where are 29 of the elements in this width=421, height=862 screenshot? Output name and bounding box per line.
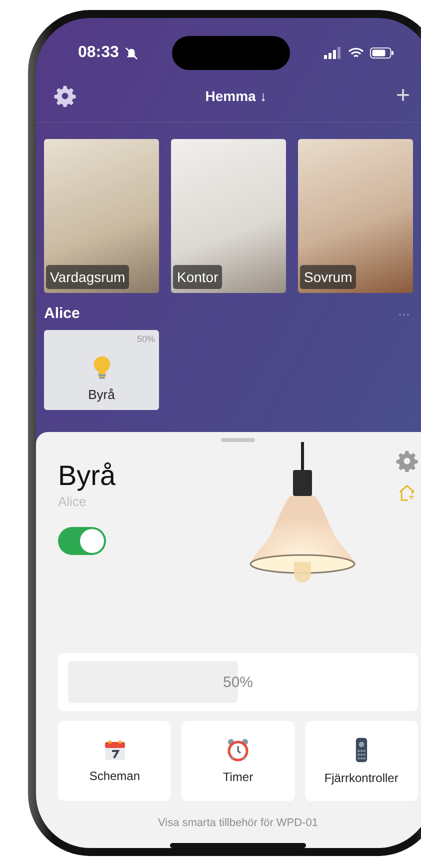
- action-button[interactable]: Timer: [181, 721, 295, 802]
- battery-icon: [370, 47, 394, 59]
- device-tile[interactable]: 50% Byrå: [44, 330, 159, 410]
- device-title: Byrå: [58, 460, 116, 492]
- device-name: Byrå: [88, 387, 115, 402]
- room-name: Sovrum: [300, 265, 356, 289]
- brightness-value: 50%: [222, 674, 254, 691]
- status-time: 08:33: [78, 44, 119, 62]
- room-name: Kontor: [173, 265, 222, 289]
- calendar-icon: [104, 739, 126, 762]
- room-card[interactable]: Vardagsrum: [44, 139, 159, 293]
- device-level: 50%: [136, 334, 155, 344]
- home-selector[interactable]: Hemma ↓: [76, 88, 396, 104]
- lightbulb-icon: [92, 355, 110, 381]
- sheet-handle[interactable]: [221, 438, 255, 442]
- alarm-clock-icon: [226, 738, 250, 762]
- remote-control-icon: [354, 737, 368, 764]
- room-card[interactable]: Kontor: [171, 139, 286, 293]
- add-button[interactable]: +: [396, 84, 410, 108]
- signal-icon: [324, 47, 342, 59]
- action-button[interactable]: Fjärrkontroller: [304, 721, 418, 802]
- action-button[interactable]: Scheman: [58, 721, 172, 802]
- room-card[interactable]: Sovrum: [298, 139, 413, 293]
- section-title: Alice: [44, 305, 80, 322]
- settings-icon[interactable]: [54, 85, 76, 107]
- home-wifi-icon[interactable]: [398, 484, 416, 502]
- power-switch[interactable]: [58, 526, 106, 555]
- wifi-icon: [348, 47, 364, 59]
- room-name: Vardagsrum: [46, 265, 130, 289]
